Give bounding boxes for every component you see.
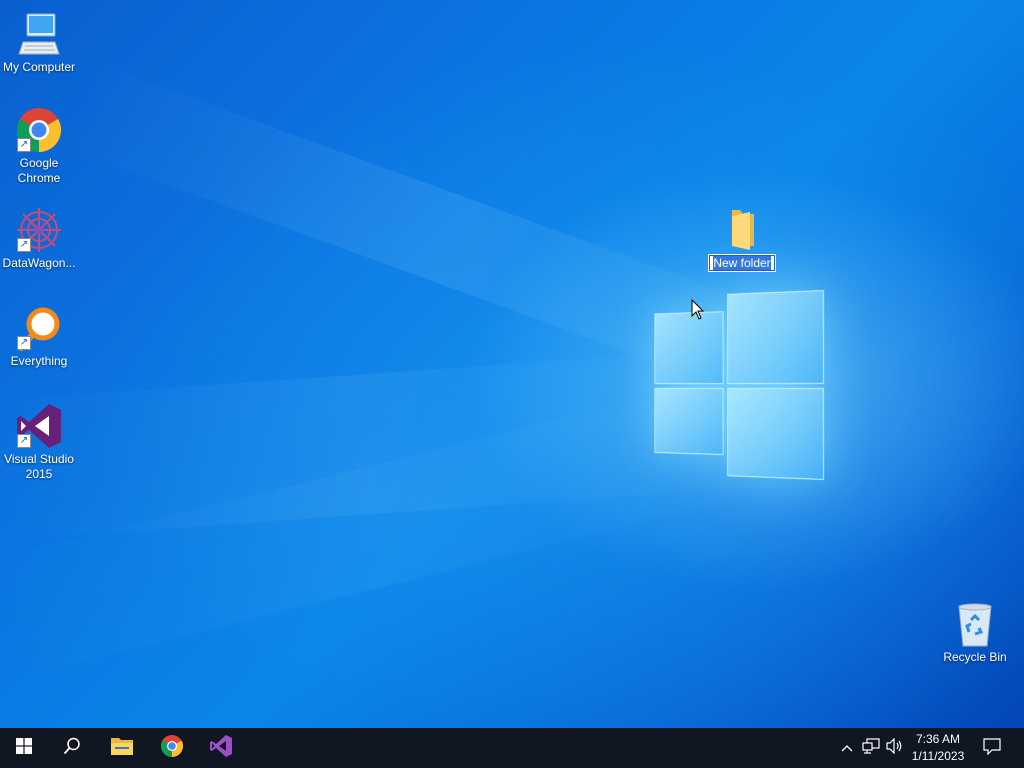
shortcut-arrow-icon: ↗ (17, 336, 31, 350)
action-center-button[interactable] (976, 728, 1008, 768)
folder-icon (110, 736, 134, 761)
shortcut-arrow-icon: ↗ (17, 434, 31, 448)
taskbar-file-explorer[interactable] (98, 728, 146, 768)
light-beam (0, 349, 724, 540)
search-icon (63, 737, 81, 760)
everything-search-icon: ↗ (15, 304, 63, 352)
network-button[interactable] (860, 728, 882, 768)
recycle-bin-icon (951, 600, 999, 648)
taskbar-clock[interactable]: 7:36 AM 1/11/2023 (902, 731, 974, 765)
desktop-icon-my-computer[interactable]: My Computer (0, 10, 78, 75)
chrome-icon (160, 734, 184, 763)
desktop-icon-label: My Computer (2, 60, 76, 74)
show-hidden-icons-button[interactable] (838, 728, 856, 768)
computer-icon (15, 10, 63, 58)
network-icon (862, 737, 880, 759)
folder-rename-input[interactable]: New folder (708, 254, 776, 272)
desktop-icon-google-chrome[interactable]: ↗ Google Chrome (0, 106, 78, 186)
desktop-icon-new-folder[interactable]: New folder (706, 206, 778, 272)
desktop[interactable]: My Computer ↗ Google Chrome ↗ DataWagon.… (0, 0, 1024, 728)
desktop-icon-label: Visual Studio 2015 (4, 452, 74, 481)
windows-logo-wallpaper (654, 290, 824, 482)
search-button[interactable] (48, 728, 96, 768)
chrome-icon: ↗ (15, 106, 63, 154)
clock-date: 1/11/2023 (911, 749, 965, 763)
desktop-icon-recycle-bin[interactable]: Recycle Bin (936, 600, 1014, 665)
desktop-icon-datawagon[interactable]: ↗ DataWagon... (0, 206, 78, 271)
folder-icon (722, 206, 762, 250)
desktop-icon-everything[interactable]: ↗ Everything (0, 304, 78, 369)
taskbar-chrome[interactable] (148, 728, 196, 768)
visual-studio-icon (209, 734, 233, 763)
desktop-icon-label: Google Chrome (17, 156, 61, 185)
shortcut-arrow-icon: ↗ (17, 138, 31, 152)
chevron-up-icon (841, 739, 853, 757)
start-button[interactable] (0, 728, 48, 768)
desktop-icon-label: Recycle Bin (943, 650, 1007, 664)
mouse-cursor-icon (691, 298, 705, 321)
taskbar-visual-studio[interactable] (197, 728, 245, 768)
desktop-icon-label: Everything (10, 354, 68, 368)
shortcut-arrow-icon: ↗ (17, 238, 31, 252)
clock-time: 7:36 AM (915, 732, 961, 746)
datawagon-icon: ↗ (15, 206, 63, 254)
desktop-icon-label: DataWagon... (2, 256, 76, 270)
windows-start-icon (16, 737, 32, 759)
light-beam (0, 377, 752, 679)
desktop-icon-visual-studio[interactable]: ↗ Visual Studio 2015 (0, 402, 78, 482)
visual-studio-icon: ↗ (15, 402, 63, 450)
taskbar: 7:36 AM 1/11/2023 (0, 728, 1024, 768)
action-center-icon (983, 737, 1001, 760)
